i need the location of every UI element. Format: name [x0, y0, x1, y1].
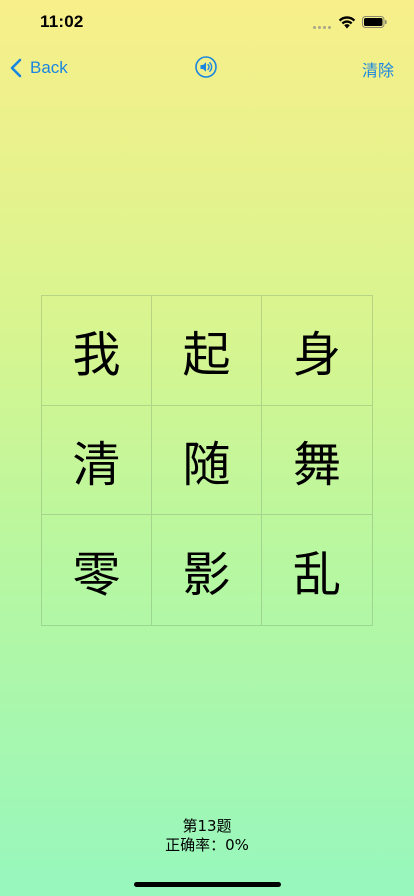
battery-icon: [362, 16, 387, 28]
character-cell[interactable]: 乱: [262, 515, 372, 625]
character-cell[interactable]: 随: [152, 405, 262, 516]
status-bar: 11:02: [0, 0, 414, 44]
back-button[interactable]: Back: [10, 55, 68, 81]
character-grid: 我 起 身 清 随 舞 零 影 乱: [41, 295, 373, 626]
question-number: 第13题: [182, 817, 232, 835]
clear-button[interactable]: 清除: [362, 57, 394, 81]
character-cell[interactable]: 身: [262, 296, 372, 406]
character-cell[interactable]: 起: [152, 296, 262, 406]
accuracy-label: 正确率：0%: [165, 836, 249, 854]
character-cell[interactable]: 影: [152, 515, 262, 625]
wifi-icon: [338, 16, 356, 29]
status-time: 11:02: [40, 12, 84, 31]
chevron-left-icon: [10, 58, 22, 78]
home-indicator[interactable]: [134, 882, 281, 887]
character-cell[interactable]: 清: [42, 405, 152, 516]
speaker-icon[interactable]: [195, 56, 217, 78]
character-cell[interactable]: 我: [42, 296, 152, 406]
character-cell[interactable]: 零: [42, 515, 152, 625]
cellular-signal-icon: [313, 26, 333, 30]
character-cell[interactable]: 舞: [262, 406, 372, 516]
back-label: Back: [30, 58, 68, 77]
